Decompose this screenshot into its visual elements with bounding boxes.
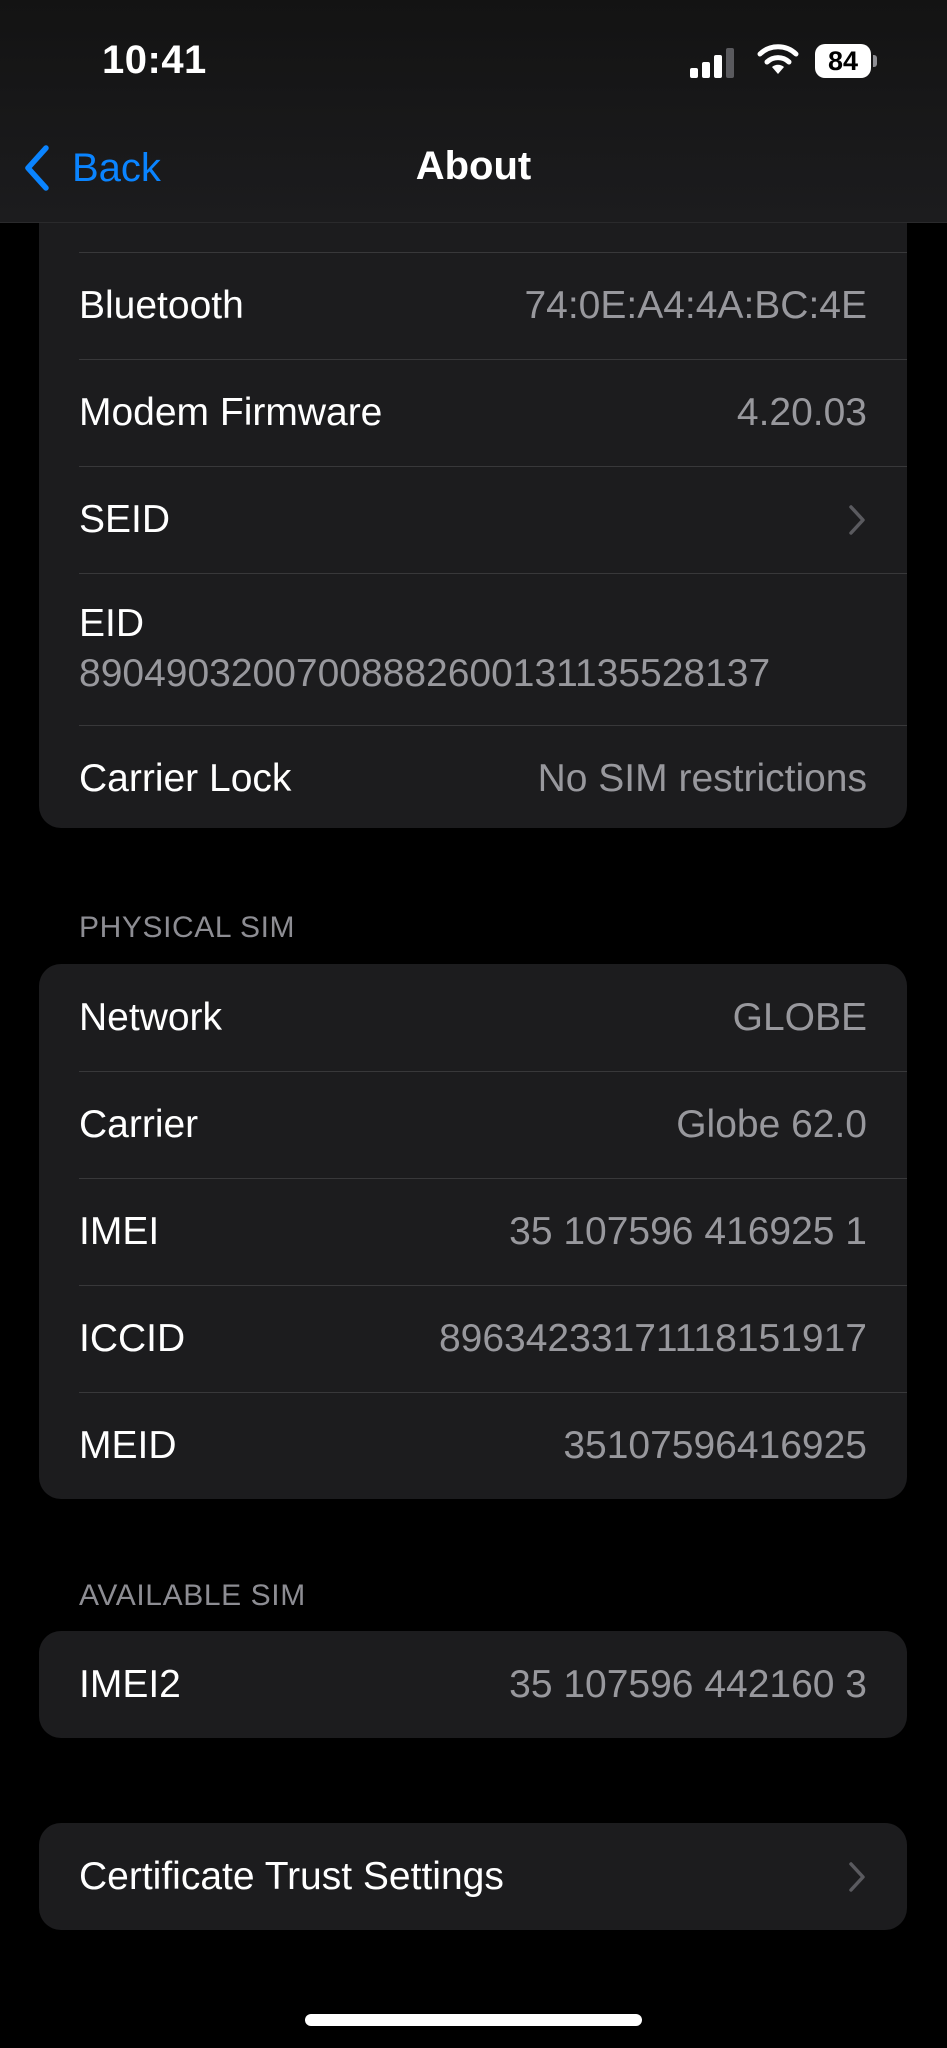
chevron-right-icon bbox=[849, 1861, 865, 1892]
row-value: Globe 62.0 bbox=[676, 1102, 867, 1146]
row-seid[interactable]: SEID bbox=[39, 466, 907, 573]
row-label: Carrier bbox=[79, 1102, 199, 1146]
chevron-right-icon bbox=[849, 504, 865, 535]
row-value: 35 107596 416925 1 bbox=[509, 1209, 867, 1253]
row-label: Modem Firmware bbox=[79, 390, 383, 434]
row-label: Bluetooth bbox=[79, 283, 244, 327]
row-iccid[interactable]: ICCID 8963423317111815191​7 bbox=[39, 1285, 907, 1392]
home-indicator[interactable] bbox=[305, 2014, 642, 2026]
wifi-icon bbox=[757, 44, 799, 74]
row-bluetooth[interactable]: Bluetooth 74:0E:A4:4A:BC:4E bbox=[39, 252, 907, 359]
row-label: Network bbox=[79, 995, 223, 1039]
navigation-header: 10:41 84 Back About bbox=[0, 0, 947, 223]
status-time: 10:41 bbox=[102, 38, 207, 82]
row-value: 4.20.03 bbox=[736, 390, 867, 434]
battery-icon: 84 bbox=[815, 44, 877, 80]
physical-sim-group: Network GLOBE Carrier Globe 62.0 IMEI 35… bbox=[39, 964, 907, 1499]
row-label: Carrier Lock bbox=[79, 756, 292, 800]
about-screen: Bluetooth 74:0E:A4:4A:BC:4E Modem Firmwa… bbox=[0, 0, 947, 2048]
row-value: 35 107596 442160 3 bbox=[509, 1662, 867, 1706]
row-label: Certificate Trust Settings bbox=[79, 1854, 504, 1898]
available-sim-group: IMEI2 35 107596 442160 3 bbox=[39, 1631, 907, 1738]
row-eid[interactable]: EID 89049032007008882600131135528137 bbox=[39, 573, 907, 725]
cellular-signal-icon bbox=[690, 46, 736, 78]
row-network[interactable]: Network GLOBE bbox=[39, 964, 907, 1071]
row-value: 35107596416925 bbox=[563, 1423, 867, 1467]
section-header-physical-sim: PHYSICAL SIM bbox=[79, 911, 296, 944]
page-title: About bbox=[415, 144, 532, 188]
row-imei[interactable]: IMEI 35 107596 416925 1 bbox=[39, 1178, 907, 1285]
battery-level: 84 bbox=[815, 44, 871, 78]
section-header-available-sim: AVAILABLE SIM bbox=[79, 1579, 306, 1612]
row-label: IMEI bbox=[79, 1209, 160, 1253]
row-certificate-trust-settings[interactable]: Certificate Trust Settings bbox=[39, 1823, 907, 1930]
row-value: 74:0E:A4:4A:BC:4E bbox=[524, 283, 867, 327]
row-carrier-lock[interactable]: Carrier Lock No SIM restrictions bbox=[39, 725, 907, 828]
row-label: ICCID bbox=[79, 1316, 186, 1360]
row-label: EID bbox=[79, 602, 145, 645]
row-value: 8963423317111815191​7 bbox=[438, 1316, 867, 1360]
row-label: MEID bbox=[79, 1423, 177, 1467]
row-carrier[interactable]: Carrier Globe 62.0 bbox=[39, 1071, 907, 1178]
row-value: 89049032007008882600131135528137 bbox=[79, 652, 771, 695]
row-value: No SIM restrictions bbox=[537, 756, 867, 800]
row-label: SEID bbox=[79, 497, 171, 541]
row-imei2[interactable]: IMEI2 35 107596 442160 3 bbox=[39, 1631, 907, 1738]
certificate-group: Certificate Trust Settings bbox=[39, 1823, 907, 1930]
device-info-group: Bluetooth 74:0E:A4:4A:BC:4E Modem Firmwa… bbox=[39, 146, 907, 828]
row-meid[interactable]: MEID 35107596416925 bbox=[39, 1392, 907, 1499]
row-value: GLOBE bbox=[732, 995, 867, 1039]
row-label: IMEI2 bbox=[79, 1662, 181, 1706]
row-modem-firmware[interactable]: Modem Firmware 4.20.03 bbox=[39, 359, 907, 466]
